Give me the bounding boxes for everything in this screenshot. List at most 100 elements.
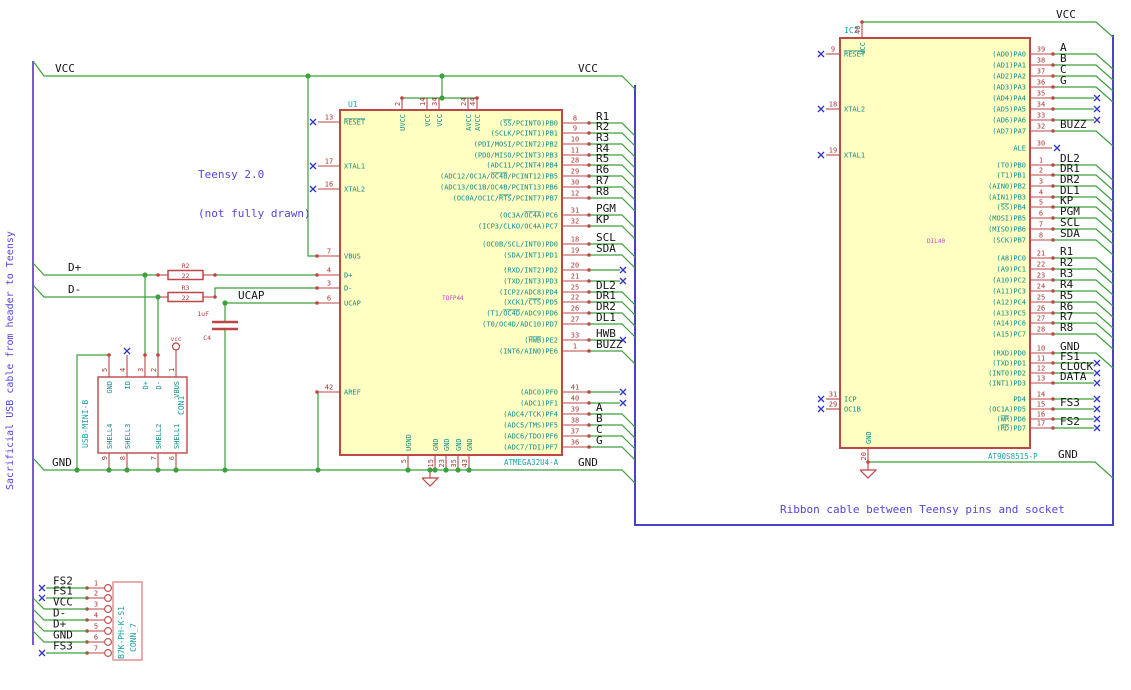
pin-name: UVCC [399, 114, 407, 131]
pin-name: (AD6)PA6 [992, 117, 1026, 125]
vcc-power-symbol [171, 342, 181, 351]
pin-number: 24 [460, 98, 468, 106]
pin-name: (ICP2/ADC8)PD4 [499, 289, 558, 297]
no-connect-icon [38, 649, 46, 657]
pin-number: 13 [325, 114, 333, 122]
pin-name: VCC [424, 114, 432, 127]
wire [1054, 130, 1114, 147]
pin-name: UCAP [344, 300, 361, 308]
pin-number: 2 [150, 368, 158, 372]
reference-C4[interactable]: C4 [203, 334, 211, 342]
net-label-D-[interactable]: D- [68, 283, 81, 296]
pin-name: VBUS [173, 381, 181, 398]
pin-number: 41 [571, 384, 579, 392]
pin-number: 18 [571, 236, 579, 244]
net-label-VCC[interactable]: VCC [1056, 8, 1076, 21]
net-label-R8[interactable]: R8 [596, 185, 609, 198]
pin-name: (MOSI)PB5 [988, 215, 1026, 223]
net-label-DL1[interactable]: DL1 [596, 311, 616, 324]
junction [443, 467, 449, 473]
pin-number: 7 [94, 645, 98, 653]
pin-number: 38 [571, 417, 579, 425]
wire [862, 21, 1114, 38]
pin-number: 35 [1037, 90, 1045, 98]
pin-terminal [475, 96, 479, 100]
pin-number: 9 [831, 46, 835, 54]
pin-number: 5 [1039, 199, 1043, 207]
net-label-KP[interactable]: KP [596, 213, 610, 226]
ribbon-note: Ribbon cable between Teensy pins and soc… [780, 503, 1065, 516]
pin-name: (ADC7/TDI)PF7 [503, 444, 558, 452]
pin-name: (OC0A/OC1C/RTS/PCINT7)PB7 [453, 195, 558, 203]
junction [432, 467, 438, 473]
pin-number: 4 [1039, 189, 1043, 197]
pin-number: 2 [94, 590, 98, 598]
pin-name: AVCC [474, 114, 482, 131]
net-label-VCC[interactable]: VCC [55, 62, 75, 75]
pin-number: 38 [1037, 57, 1045, 65]
no-connect-icon [38, 584, 46, 592]
pin-number: 8 [119, 456, 127, 460]
pin-number: 21 [1037, 250, 1045, 258]
pin-name: (T1)PB1 [996, 172, 1026, 180]
value-C4: 1uF [197, 310, 209, 318]
net-label-SDA[interactable]: SDA [596, 242, 616, 255]
pin-number: 11 [1037, 355, 1045, 363]
net-label-D+[interactable]: D+ [68, 261, 82, 274]
net-label-FS3[interactable]: FS3 [1060, 396, 1080, 409]
pin-number: 6 [327, 295, 331, 303]
teensy-note-line2: (not fully drawn) [198, 207, 311, 220]
reference-R2[interactable]: R2 [182, 262, 190, 270]
pin-terminal [866, 460, 870, 464]
no-connect-icon [38, 594, 46, 602]
net-label-DATA[interactable]: DATA [1060, 370, 1087, 383]
net-label-R8[interactable]: R8 [1060, 321, 1073, 334]
net-label-GND[interactable]: GND [578, 456, 598, 469]
net-label-GND[interactable]: GND [1058, 448, 1078, 461]
net-label-G[interactable]: G [596, 434, 603, 447]
pin-number: 22 [1037, 261, 1045, 269]
pin-number: 15 [1037, 401, 1045, 409]
part-name-U1: ATMEGA32U4-A [504, 458, 559, 467]
no-connect-icon [1093, 395, 1101, 403]
pin-name: GND [443, 438, 451, 451]
reference-U1[interactable]: U1 [348, 100, 358, 109]
pin-name: (AIN1)PB3 [988, 194, 1026, 202]
junction [106, 467, 112, 473]
pin-name: (A10)PC2 [992, 277, 1026, 285]
pin-terminal [213, 273, 217, 277]
net-label-VCC[interactable]: VCC [578, 62, 598, 75]
net-label-FS3[interactable]: FS3 [53, 640, 73, 653]
no-connect-icon [619, 266, 627, 274]
pin-number: 27 [571, 316, 579, 324]
pin-number: 5 [400, 459, 408, 463]
net-label-UCAP[interactable]: UCAP [238, 289, 265, 302]
pin-number: 29 [829, 401, 837, 409]
pin-name: (ADC11/PCINT4)PB4 [486, 162, 558, 170]
no-connect-icon [1093, 359, 1101, 367]
junction [173, 467, 179, 473]
pin-name: (A15)PC7 [992, 331, 1026, 339]
no-connect-icon [1093, 405, 1101, 413]
pin-name: (A11)PC3 [992, 288, 1026, 296]
gnd-power-symbol [421, 477, 440, 487]
usb-cable-note: Sacrificial USB cable from header to Tee… [5, 231, 16, 490]
net-label-BUZZ[interactable]: BUZZ [596, 338, 623, 351]
no-connect-icon [619, 277, 627, 285]
pin-name: (TXD)PD1 [992, 360, 1026, 368]
pin-name: (SCK)PB7 [992, 237, 1026, 245]
no-connect-icon [309, 185, 317, 193]
net-label-FS2[interactable]: FS2 [1060, 415, 1080, 428]
net-label-G[interactable]: G [1060, 74, 1067, 87]
pin-number: 19 [829, 147, 837, 155]
pin-number: 7 [150, 456, 158, 460]
pin-number: 26 [1037, 305, 1045, 313]
reference-R3[interactable]: R3 [182, 284, 190, 292]
no-connect-icon [1053, 144, 1061, 152]
net-label-GND[interactable]: GND [52, 456, 72, 469]
pin-name: D+ [344, 272, 352, 280]
net-label-SDA[interactable]: SDA [1060, 227, 1080, 240]
reference-text: USB-MINI-B [81, 400, 90, 448]
pin-name: (MISO)PB6 [988, 226, 1026, 234]
net-label-BUZZ[interactable]: BUZZ [1060, 118, 1087, 131]
